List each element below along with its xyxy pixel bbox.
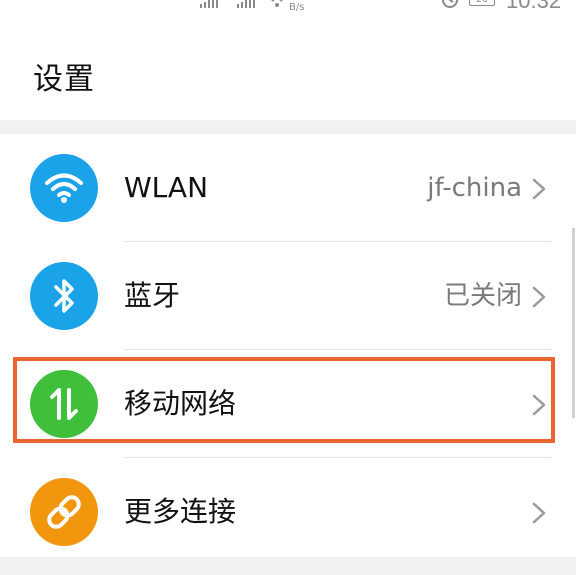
battery-icon: 26: [469, 0, 495, 6]
settings-item-value: jf-china: [427, 173, 522, 203]
settings-item-bluetooth[interactable]: 蓝牙 已关闭: [0, 242, 576, 349]
bluetooth-icon: [30, 262, 98, 330]
chevron-right-icon: [532, 178, 546, 200]
settings-item-label: 蓝牙: [124, 279, 181, 312]
settings-item-wlan[interactable]: WLAN jf-china: [0, 134, 576, 241]
chevron-right-icon: [532, 502, 546, 524]
link-icon: [30, 478, 98, 546]
settings-item-value: 已关闭: [443, 281, 522, 311]
settings-item-label: WLAN: [124, 171, 209, 204]
alarm-icon: [442, 0, 458, 8]
settings-list: WLAN jf-china 蓝牙 已关闭 移动网络 更多连接: [0, 134, 576, 557]
settings-item-mobile-network[interactable]: 移动网络: [0, 350, 576, 457]
network-speed: B/s: [289, 2, 305, 13]
bottom-background: [0, 557, 576, 575]
chevron-right-icon: [532, 394, 546, 416]
battery-level: 26: [476, 0, 488, 5]
scrollbar[interactable]: [572, 228, 575, 418]
status-bar: B/s 26 10:32: [0, 0, 576, 22]
wifi-status-icon: [271, 0, 283, 7]
settings-item-label: 移动网络: [124, 387, 237, 420]
signal-strength-icon: [237, 0, 255, 8]
chevron-right-icon: [532, 286, 546, 308]
settings-item-more-connections[interactable]: 更多连接: [0, 458, 576, 565]
mobile-data-icon: [30, 370, 98, 438]
settings-item-label: 更多连接: [124, 495, 237, 528]
status-time: 10:32: [506, 0, 562, 13]
page-header: 设置: [0, 22, 576, 120]
page-title: 设置: [33, 62, 95, 97]
wifi-icon: [30, 154, 98, 222]
signal-strength-icon: [200, 0, 218, 8]
